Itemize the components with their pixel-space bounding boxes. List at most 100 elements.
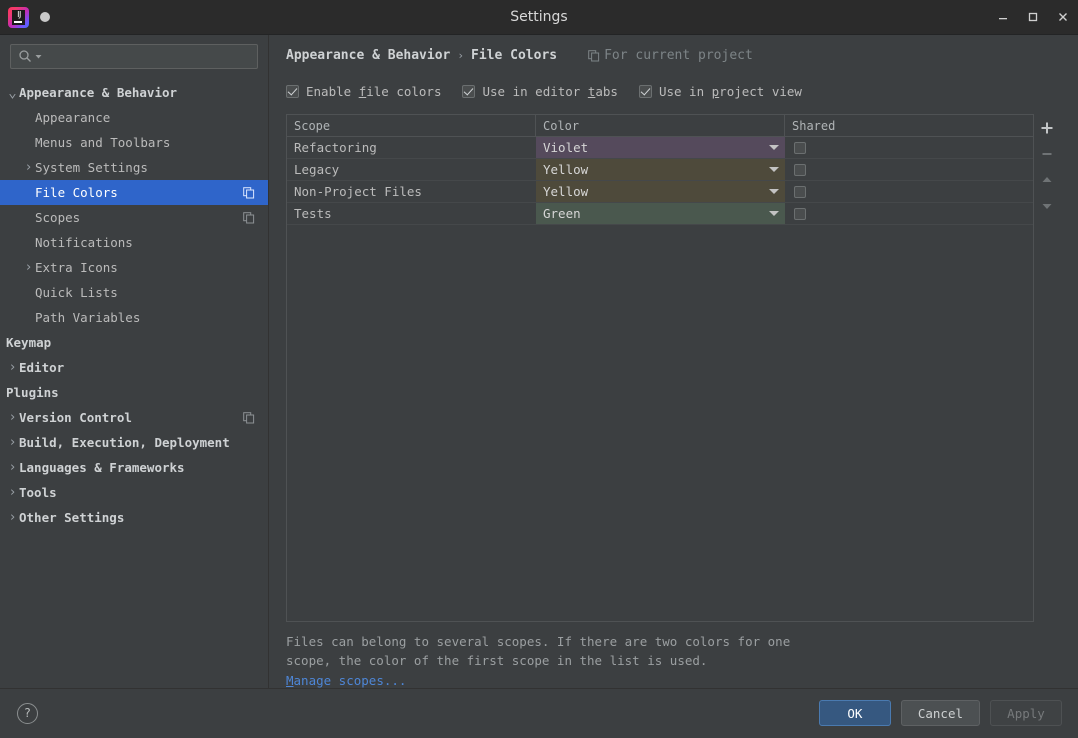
chevron-down-icon[interactable] — [769, 145, 779, 150]
sidebar-item-label: File Colors — [35, 185, 118, 200]
minimize-button[interactable] — [988, 0, 1018, 35]
chevron-down-icon[interactable] — [769, 189, 779, 194]
column-header-scope[interactable]: Scope — [287, 115, 536, 136]
sidebar-item-label: Build, Execution, Deployment — [19, 435, 230, 450]
chevron-right-icon[interactable]: › — [6, 435, 19, 450]
maximize-button[interactable] — [1018, 0, 1048, 35]
sidebar-item-languages-frameworks[interactable]: › Languages & Frameworks — [0, 455, 268, 480]
dialog-buttons: OK Cancel Apply — [818, 700, 1062, 726]
column-header-shared[interactable]: Shared — [785, 115, 1033, 136]
chevron-down-icon[interactable] — [35, 53, 42, 60]
sidebar-item-scopes[interactable]: Scopes — [0, 205, 268, 230]
shared-checkbox-icon[interactable] — [794, 141, 806, 154]
chevron-right-icon[interactable]: › — [22, 160, 35, 175]
title-bar-left: IJ — [0, 6, 50, 28]
ok-button[interactable]: OK — [818, 700, 891, 726]
sidebar-item-file-colors[interactable]: File Colors — [0, 180, 268, 205]
cell-shared[interactable] — [785, 203, 1033, 225]
close-button[interactable] — [1048, 0, 1078, 35]
sidebar-item-other-settings[interactable]: › Other Settings — [0, 505, 268, 530]
chevron-down-icon[interactable]: ⌄ — [6, 86, 19, 100]
cell-shared[interactable] — [785, 159, 1033, 181]
chevron-right-icon[interactable]: › — [6, 460, 19, 475]
cell-color-dropdown[interactable]: Yellow — [536, 159, 785, 181]
column-header-color[interactable]: Color — [536, 115, 785, 136]
table-row[interactable]: Legacy Yellow — [287, 159, 1033, 181]
color-name: Yellow — [543, 184, 589, 199]
cell-scope[interactable]: Tests — [287, 203, 536, 225]
remove-scope-button[interactable] — [1035, 142, 1059, 166]
checkbox-icon[interactable] — [462, 84, 476, 98]
manage-scopes-link[interactable]: Manage scopes... — [286, 673, 1060, 688]
sidebar-item-tools[interactable]: › Tools — [0, 480, 268, 505]
search-box[interactable] — [10, 44, 258, 69]
apply-button[interactable]: Apply — [990, 700, 1062, 726]
checkbox-label: Use in editor tabs — [482, 84, 617, 99]
chevron-right-icon[interactable]: › — [6, 485, 19, 500]
table-row[interactable]: Refactoring Violet — [287, 137, 1033, 159]
checkbox-option-1[interactable]: Use in editor tabs — [462, 84, 618, 99]
help-button[interactable]: ? — [17, 702, 38, 724]
checkbox-option-2[interactable]: Use in project view — [638, 84, 802, 99]
manage-scopes-mnemonic: M — [286, 673, 294, 688]
cancel-button[interactable]: Cancel — [900, 700, 980, 726]
shared-checkbox-icon[interactable] — [794, 185, 806, 198]
copy-icon[interactable] — [243, 186, 255, 199]
chevron-down-icon[interactable] — [769, 167, 779, 172]
cell-shared[interactable] — [785, 137, 1033, 159]
sidebar-item-label: Version Control — [19, 410, 132, 425]
checkbox-icon[interactable] — [638, 84, 652, 98]
sidebar-item-extra-icons[interactable]: › Extra Icons — [0, 255, 268, 280]
sidebar-item-path-variables[interactable]: Path Variables — [0, 305, 268, 330]
sidebar-item-quick-lists[interactable]: Quick Lists — [0, 280, 268, 305]
sidebar-item-keymap[interactable]: Keymap — [0, 330, 268, 355]
sidebar-item-label: Languages & Frameworks — [19, 460, 185, 475]
table-row[interactable]: Tests Green — [287, 203, 1033, 225]
sidebar-item-appearance-behavior[interactable]: ⌄ Appearance & Behavior — [0, 80, 268, 105]
table-row[interactable]: Non-Project Files Yellow — [287, 181, 1033, 203]
move-up-button[interactable] — [1035, 168, 1059, 192]
shared-checkbox-icon[interactable] — [794, 163, 806, 176]
cell-scope[interactable]: Non-Project Files — [287, 181, 536, 203]
sidebar-item-system-settings[interactable]: › System Settings — [0, 155, 268, 180]
cell-color-dropdown[interactable]: Violet — [536, 137, 785, 159]
window-controls — [988, 0, 1078, 34]
color-name: Violet — [543, 140, 589, 155]
sidebar-item-label: Plugins — [6, 385, 59, 400]
shared-checkbox-icon[interactable] — [794, 207, 806, 220]
cell-color-dropdown[interactable]: Green — [536, 203, 785, 225]
copy-icon[interactable] — [243, 211, 255, 224]
search-input[interactable] — [44, 49, 257, 64]
file-colors-table: Scope Color Shared Refactoring Violet Lega… — [286, 114, 1034, 622]
sidebar-item-appearance[interactable]: Appearance — [0, 105, 268, 130]
checkbox-option-0[interactable]: Enable file colors — [286, 84, 441, 99]
sidebar-item-notifications[interactable]: Notifications — [0, 230, 268, 255]
chevron-right-icon[interactable]: › — [6, 510, 19, 525]
chevron-down-icon[interactable] — [769, 211, 779, 216]
cell-scope[interactable]: Refactoring — [287, 137, 536, 159]
chevron-right-icon[interactable]: › — [6, 360, 19, 375]
sidebar-item-menus-and-toolbars[interactable]: Menus and Toolbars — [0, 130, 268, 155]
sidebar-item-editor[interactable]: › Editor — [0, 355, 268, 380]
cell-color-dropdown[interactable]: Yellow — [536, 181, 785, 203]
table-toolbar — [1034, 114, 1060, 622]
cell-shared[interactable] — [785, 181, 1033, 203]
sidebar-item-version-control[interactable]: › Version Control — [0, 405, 268, 430]
settings-main-pane: Appearance & Behavior › File Colors For … — [269, 35, 1078, 688]
copy-icon[interactable] — [243, 411, 255, 424]
add-scope-button[interactable] — [1035, 116, 1059, 140]
sidebar-item-plugins[interactable]: Plugins — [0, 380, 268, 405]
chevron-right-icon[interactable]: › — [6, 410, 19, 425]
sidebar-item-label: Scopes — [35, 210, 81, 225]
checkbox-label-prefix: Use in editor — [482, 83, 588, 99]
chevron-right-icon[interactable]: › — [22, 260, 35, 275]
sidebar-item-label: Path Variables — [35, 310, 141, 325]
breadcrumb-root[interactable]: Appearance & Behavior — [286, 48, 450, 63]
cell-scope[interactable]: Legacy — [287, 159, 536, 181]
checkbox-icon[interactable] — [286, 84, 299, 98]
move-down-button[interactable] — [1035, 194, 1059, 218]
settings-body: ⌄ Appearance & Behavior Appearance Menus an… — [0, 35, 1078, 688]
sidebar-item-label: Extra Icons — [35, 260, 118, 275]
checkbox-label-prefix: Enable — [306, 83, 359, 99]
sidebar-item-build-execution-deployment[interactable]: › Build, Execution, Deployment — [0, 430, 268, 455]
